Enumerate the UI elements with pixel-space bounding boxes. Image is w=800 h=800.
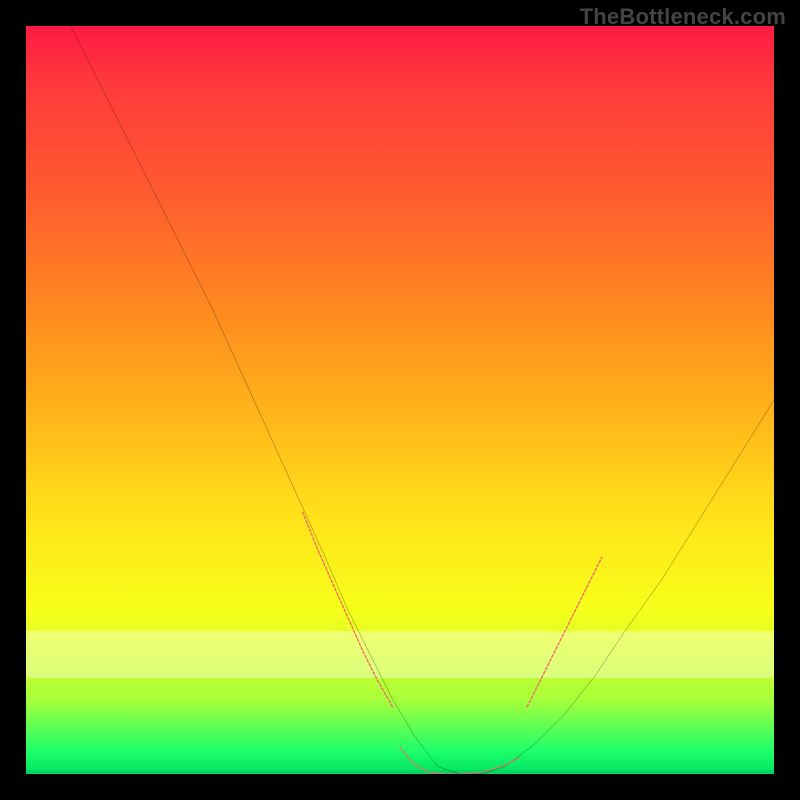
chart-container: TheBottleneck.com [0,0,800,800]
valley-dash-segment [400,748,520,774]
bottleneck-curve [71,26,774,774]
plot-area [26,26,774,774]
ascent-dash-segment [527,557,602,707]
chart-svg [26,26,774,774]
watermark-text: TheBottleneck.com [580,4,786,30]
